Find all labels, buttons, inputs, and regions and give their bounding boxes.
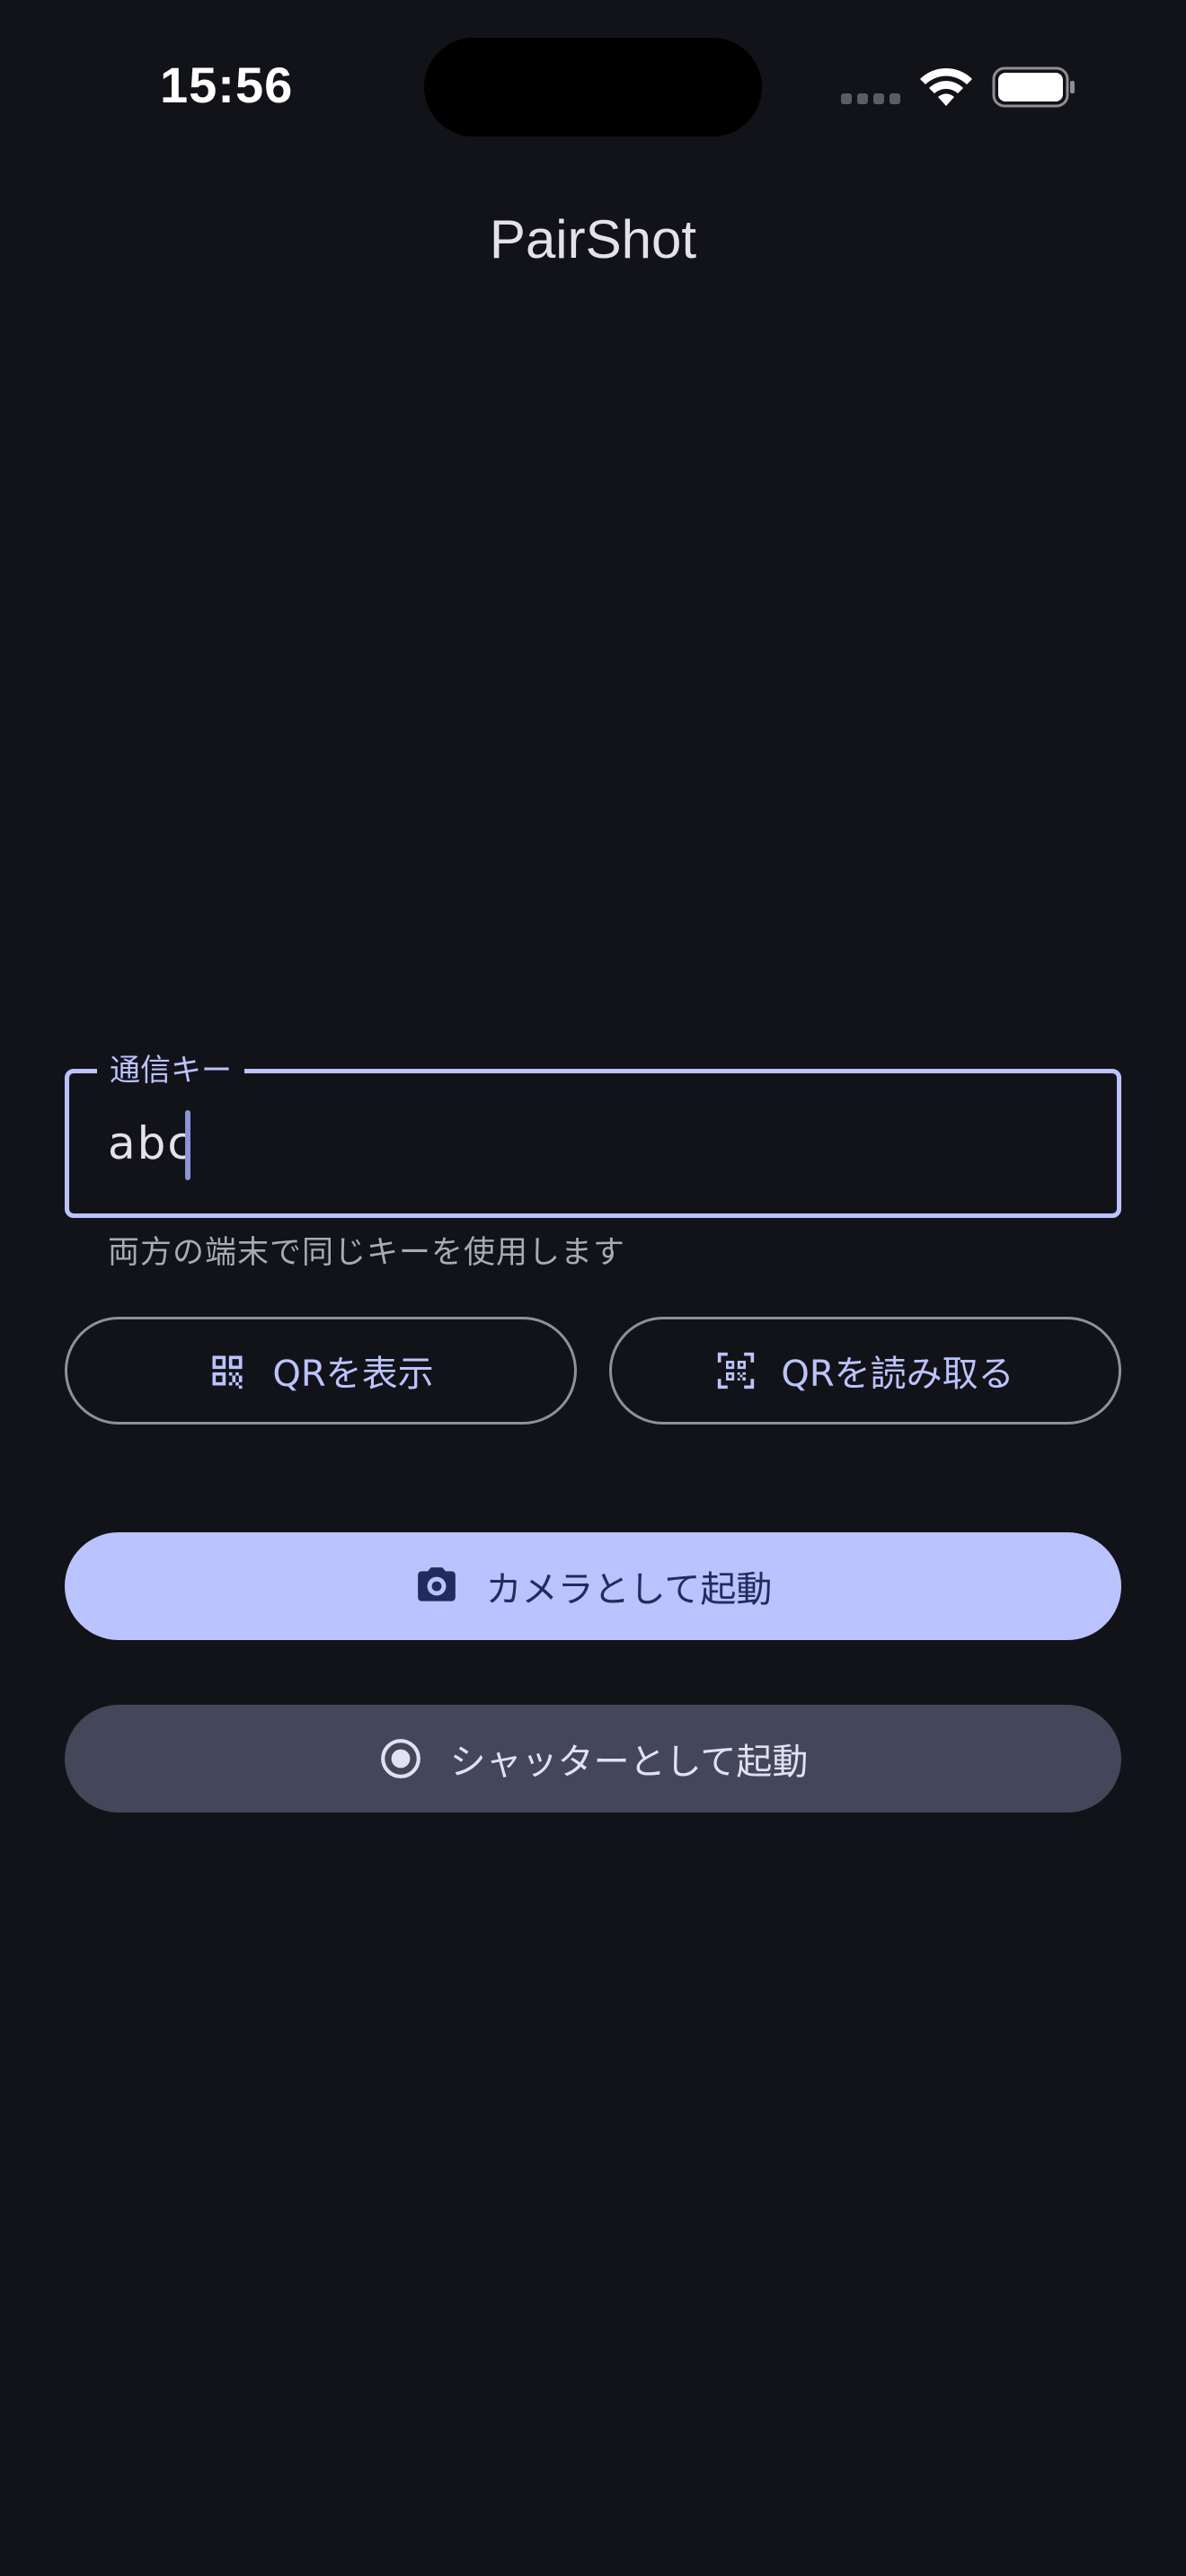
- scan-qr-button[interactable]: QRを読み取る: [609, 1317, 1121, 1425]
- radio-button-icon: [380, 1739, 420, 1778]
- start-as-shutter-button[interactable]: シャッターとして起動: [65, 1705, 1121, 1813]
- qr-code-icon: [212, 1355, 243, 1389]
- scan-qr-label: QRを読み取る: [781, 1354, 1014, 1395]
- start-as-camera-button[interactable]: カメラとして起動: [65, 1532, 1121, 1640]
- camera-icon: [417, 1567, 456, 1601]
- status-time: 15:56: [160, 57, 294, 113]
- cellular-signal-icon: [841, 93, 902, 106]
- communication-key-label: 通信キー: [97, 1049, 244, 1092]
- wifi-icon: [920, 67, 972, 106]
- start-as-shutter-label: シャッターとして起動: [449, 1742, 809, 1783]
- communication-key-helper-text: 両方の端末で同じキーを使用します: [108, 1235, 626, 1271]
- battery-icon: [992, 66, 1075, 108]
- app-title: PairShot: [489, 209, 697, 269]
- show-qr-label: QRを表示: [272, 1354, 434, 1395]
- start-as-camera-label: カメラとして起動: [485, 1569, 773, 1610]
- dynamic-island: [424, 38, 762, 137]
- communication-key-input[interactable]: abc: [108, 1112, 194, 1175]
- qr-scan-icon: [718, 1352, 755, 1389]
- text-caret: [185, 1110, 190, 1180]
- show-qr-button[interactable]: QRを表示: [65, 1317, 577, 1425]
